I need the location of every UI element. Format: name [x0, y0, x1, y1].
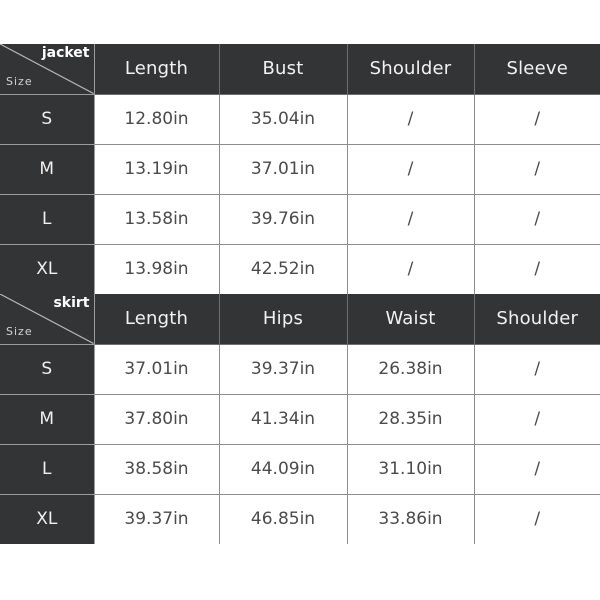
data-cell-jacket-m-bust: 37.01in — [219, 144, 348, 195]
data-cell-jacket-s-shoulder: / — [347, 94, 475, 145]
data-cell-skirt-xl-length: 39.37in — [94, 494, 220, 544]
table-row: L 13.58in 39.76in / / — [0, 194, 600, 245]
size-chart-page: jacket Size Length Bust Shoulder Sleeve … — [0, 0, 600, 600]
data-cell-jacket-xl-shoulder: / — [347, 244, 475, 294]
data-cell-skirt-s-length: 37.01in — [94, 344, 220, 395]
data-cell-skirt-l-shoulder: / — [474, 444, 600, 495]
data-cell-jacket-xl-length: 13.98in — [94, 244, 220, 294]
data-cell-skirt-l-hips: 44.09in — [219, 444, 348, 495]
data-cell-skirt-s-waist: 26.38in — [347, 344, 475, 395]
data-cell-jacket-l-length: 13.58in — [94, 194, 220, 245]
category-label-skirt: skirt — [53, 295, 90, 311]
table-row: S 12.80in 35.04in / / — [0, 94, 600, 145]
data-cell-skirt-m-hips: 41.34in — [219, 394, 348, 445]
column-header-jacket-1: Bust — [219, 44, 348, 95]
data-cell-jacket-s-bust: 35.04in — [219, 94, 348, 145]
size-cell-jacket-l: L — [0, 194, 95, 245]
column-header-jacket-3: Sleeve — [474, 44, 600, 95]
column-header-jacket-2: Shoulder — [347, 44, 475, 95]
data-cell-skirt-s-shoulder: / — [474, 344, 600, 395]
data-cell-jacket-l-shoulder: / — [347, 194, 475, 245]
corner-header-cell-jacket: jacket Size — [0, 44, 95, 95]
data-cell-skirt-l-length: 38.58in — [94, 444, 220, 495]
size-cell-jacket-xl: XL — [0, 244, 95, 294]
size-cell-skirt-xl: XL — [0, 494, 95, 544]
size-axis-label-jacket: Size — [6, 75, 33, 89]
size-cell-skirt-m: M — [0, 394, 95, 445]
column-header-jacket-0: Length — [94, 44, 220, 95]
table-row: S 37.01in 39.37in 26.38in / — [0, 344, 600, 395]
data-cell-jacket-l-sleeve: / — [474, 194, 600, 245]
data-cell-skirt-xl-shoulder: / — [474, 494, 600, 544]
column-header-skirt-1: Hips — [219, 294, 348, 345]
size-cell-skirt-s: S — [0, 344, 95, 395]
column-header-skirt-3: Shoulder — [474, 294, 600, 345]
data-cell-jacket-xl-bust: 42.52in — [219, 244, 348, 294]
table-row: L 38.58in 44.09in 31.10in / — [0, 444, 600, 495]
data-cell-jacket-s-sleeve: / — [474, 94, 600, 145]
data-cell-jacket-m-sleeve: / — [474, 144, 600, 195]
corner-header-cell-skirt: skirt Size — [0, 294, 95, 345]
size-table-jacket: jacket Size Length Bust Shoulder Sleeve … — [0, 44, 600, 294]
table-row: XL 39.37in 46.85in 33.86in / — [0, 494, 600, 544]
data-cell-jacket-s-length: 12.80in — [94, 94, 220, 145]
table-row: M 37.80in 41.34in 28.35in / — [0, 394, 600, 445]
data-cell-skirt-xl-hips: 46.85in — [219, 494, 348, 544]
size-cell-jacket-m: M — [0, 144, 95, 195]
data-cell-jacket-m-shoulder: / — [347, 144, 475, 195]
data-cell-skirt-s-hips: 39.37in — [219, 344, 348, 395]
data-cell-skirt-m-waist: 28.35in — [347, 394, 475, 445]
data-cell-skirt-m-length: 37.80in — [94, 394, 220, 445]
column-header-skirt-2: Waist — [347, 294, 475, 345]
table-header-row: skirt Size Length Hips Waist Shoulder — [0, 294, 600, 345]
size-cell-jacket-s: S — [0, 94, 95, 145]
table-row: M 13.19in 37.01in / / — [0, 144, 600, 195]
size-cell-skirt-l: L — [0, 444, 95, 495]
data-cell-jacket-l-bust: 39.76in — [219, 194, 348, 245]
data-cell-jacket-xl-sleeve: / — [474, 244, 600, 294]
data-cell-skirt-xl-waist: 33.86in — [347, 494, 475, 544]
size-axis-label-skirt: Size — [6, 325, 33, 339]
size-charts-container: jacket Size Length Bust Shoulder Sleeve … — [0, 44, 600, 544]
column-header-skirt-0: Length — [94, 294, 220, 345]
data-cell-skirt-m-shoulder: / — [474, 394, 600, 445]
table-header-row: jacket Size Length Bust Shoulder Sleeve — [0, 44, 600, 95]
data-cell-jacket-m-length: 13.19in — [94, 144, 220, 195]
category-label-jacket: jacket — [41, 45, 90, 61]
table-row: XL 13.98in 42.52in / / — [0, 244, 600, 294]
size-table-skirt: skirt Size Length Hips Waist Shoulder S … — [0, 294, 600, 544]
data-cell-skirt-l-waist: 31.10in — [347, 444, 475, 495]
